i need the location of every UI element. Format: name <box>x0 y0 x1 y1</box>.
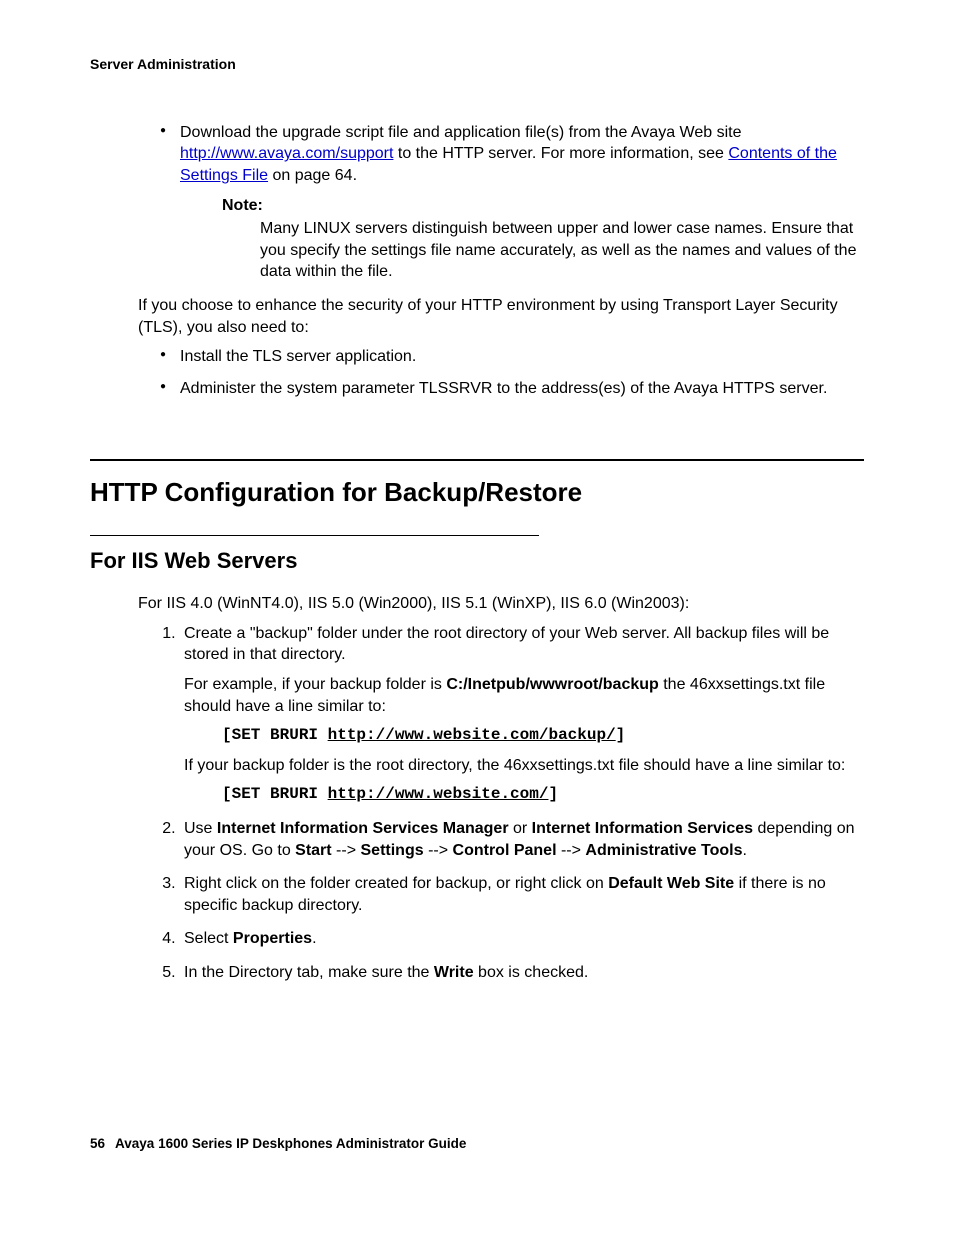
text: ] <box>548 785 558 803</box>
text: to the HTTP server. For more information… <box>393 145 728 162</box>
support-link[interactable]: http://www.avaya.com/support <box>180 145 393 162</box>
page-header: Server Administration <box>90 55 864 74</box>
bold-text: Default Web Site <box>608 875 734 892</box>
paragraph: If you choose to enhance the security of… <box>138 295 864 338</box>
bold-text: Start <box>295 842 331 859</box>
paragraph: For example, if your backup folder is C:… <box>184 674 864 717</box>
text: Select <box>184 930 233 947</box>
list-item: In the Directory tab, make sure the Writ… <box>180 962 864 984</box>
text: --> <box>424 842 453 859</box>
bullet-list-1: Download the upgrade script file and app… <box>138 122 864 283</box>
bullet-list-2: Install the TLS server application. Admi… <box>138 346 864 399</box>
text: . <box>742 842 746 859</box>
text: . <box>312 930 316 947</box>
bold-text: Internet Information Services <box>532 820 753 837</box>
body-content: Download the upgrade script file and app… <box>138 122 864 400</box>
text: Right click on the folder created for ba… <box>184 875 608 892</box>
heading-2: For IIS Web Servers <box>90 546 864 576</box>
text: on page 64. <box>268 167 357 184</box>
code-block: [SET BRURI http://www.website.com/backup… <box>222 725 864 747</box>
text: Create a "backup" folder under the root … <box>184 625 829 664</box>
text: Use <box>184 820 217 837</box>
list-item: Download the upgrade script file and app… <box>180 122 864 283</box>
subsection-rule <box>90 535 539 536</box>
document-page: Server Administration Download the upgra… <box>0 0 954 1235</box>
page-number: 56 <box>90 1136 105 1151</box>
text: [SET BRURI <box>222 726 328 744</box>
bold-text: Write <box>434 964 474 981</box>
text: [SET BRURI <box>222 785 328 803</box>
footer-title: Avaya 1600 Series IP Deskphones Administ… <box>115 1136 466 1151</box>
heading-1: HTTP Configuration for Backup/Restore <box>90 475 864 510</box>
text: --> <box>557 842 586 859</box>
underline-text: http://www.website.com/backup/ <box>328 726 616 744</box>
text: box is checked. <box>474 964 589 981</box>
list-item: Create a "backup" folder under the root … <box>180 623 864 806</box>
list-item: Select Properties. <box>180 928 864 950</box>
bold-text: Control Panel <box>453 842 557 859</box>
text: In the Directory tab, make sure the <box>184 964 434 981</box>
code-block: [SET BRURI http://www.website.com/] <box>222 784 864 806</box>
page-footer: 56 Avaya 1600 Series IP Deskphones Admini… <box>90 1135 466 1153</box>
text: ] <box>616 726 626 744</box>
text: Download the upgrade script file and app… <box>180 124 742 141</box>
bold-text: Internet Information Services Manager <box>217 820 509 837</box>
ordered-steps: Create a "backup" folder under the root … <box>138 623 864 984</box>
note-label: Note: <box>222 195 864 217</box>
text: or <box>509 820 532 837</box>
bold-text: Properties <box>233 930 312 947</box>
note-text: Many LINUX servers distinguish between u… <box>260 218 864 283</box>
text: --> <box>332 842 361 859</box>
list-item: Right click on the folder created for ba… <box>180 873 864 916</box>
bold-text: Settings <box>361 842 424 859</box>
section-rule <box>90 459 864 461</box>
note-block: Note: Many LINUX servers distinguish bet… <box>222 195 864 283</box>
paragraph: For IIS 4.0 (WinNT4.0), IIS 5.0 (Win2000… <box>138 593 864 615</box>
section-body: For IIS 4.0 (WinNT4.0), IIS 5.0 (Win2000… <box>138 593 864 983</box>
list-item: Administer the system parameter TLSSRVR … <box>180 378 864 400</box>
paragraph: If your backup folder is the root direct… <box>184 755 864 777</box>
text: For example, if your backup folder is <box>184 676 446 693</box>
bold-text: Administrative Tools <box>585 842 742 859</box>
list-item: Use Internet Information Services Manage… <box>180 818 864 861</box>
bold-text: C:/Inetpub/wwwroot/backup <box>446 676 658 693</box>
underline-text: http://www.website.com/ <box>328 785 549 803</box>
list-item: Install the TLS server application. <box>180 346 864 368</box>
